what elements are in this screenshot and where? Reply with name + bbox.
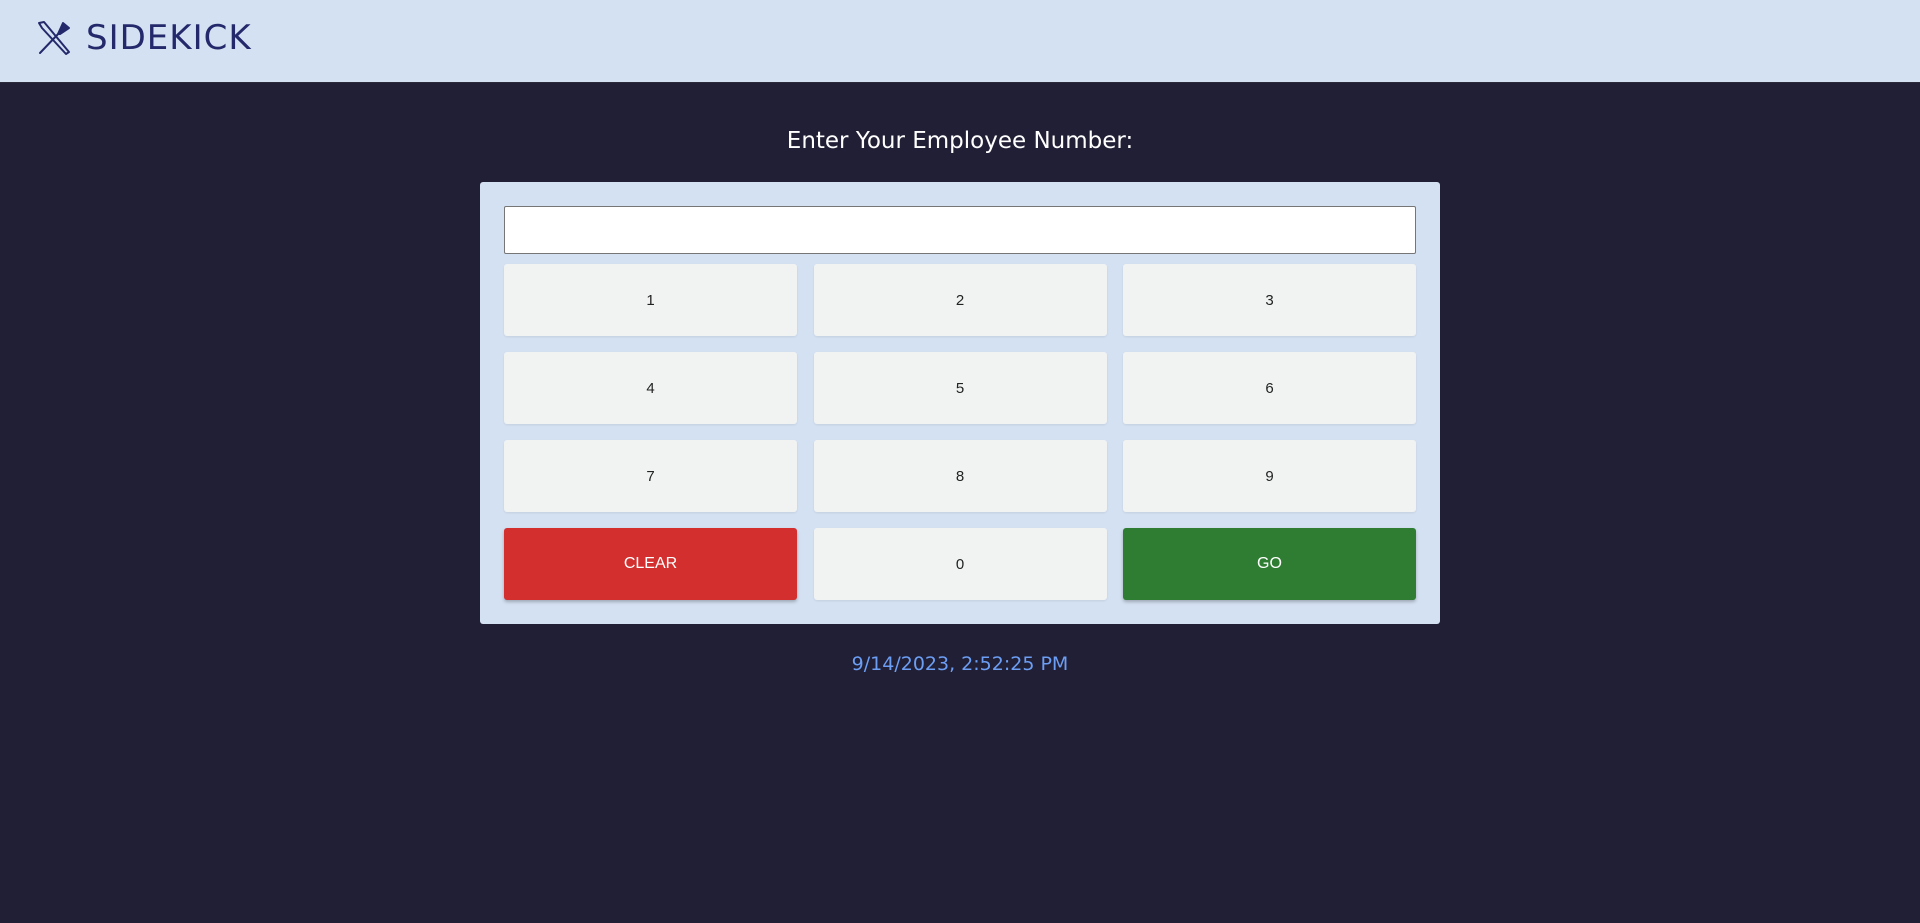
- numeric-keypad: 1 2 3 4 5 6 7 8 9 CLEAR 0 GO: [504, 264, 1416, 600]
- keypad-panel: 1 2 3 4 5 6 7 8 9 CLEAR 0 GO: [480, 182, 1440, 624]
- key-5-button[interactable]: 5: [813, 352, 1107, 424]
- key-4-button[interactable]: 4: [504, 352, 797, 424]
- key-2-button[interactable]: 2: [813, 264, 1107, 336]
- employee-number-input[interactable]: [504, 206, 1416, 254]
- clear-button[interactable]: CLEAR: [504, 528, 797, 600]
- key-7-button[interactable]: 7: [504, 440, 797, 512]
- app-header: SIDEKICK: [0, 0, 1920, 83]
- current-datetime: 9/14/2023, 2:52:25 PM: [851, 653, 1069, 675]
- brand-logo[interactable]: SIDEKICK: [36, 18, 252, 58]
- key-6-button[interactable]: 6: [1123, 352, 1416, 424]
- go-button[interactable]: GO: [1123, 528, 1416, 600]
- utensils-crossed-icon: [38, 21, 70, 55]
- key-1-button[interactable]: 1: [504, 264, 797, 336]
- key-8-button[interactable]: 8: [813, 440, 1107, 512]
- brand-name: SIDEKICK: [86, 18, 252, 58]
- key-3-button[interactable]: 3: [1123, 264, 1416, 336]
- key-9-button[interactable]: 9: [1123, 440, 1416, 512]
- key-0-button[interactable]: 0: [813, 528, 1107, 600]
- employee-number-prompt: Enter Your Employee Number:: [786, 128, 1134, 154]
